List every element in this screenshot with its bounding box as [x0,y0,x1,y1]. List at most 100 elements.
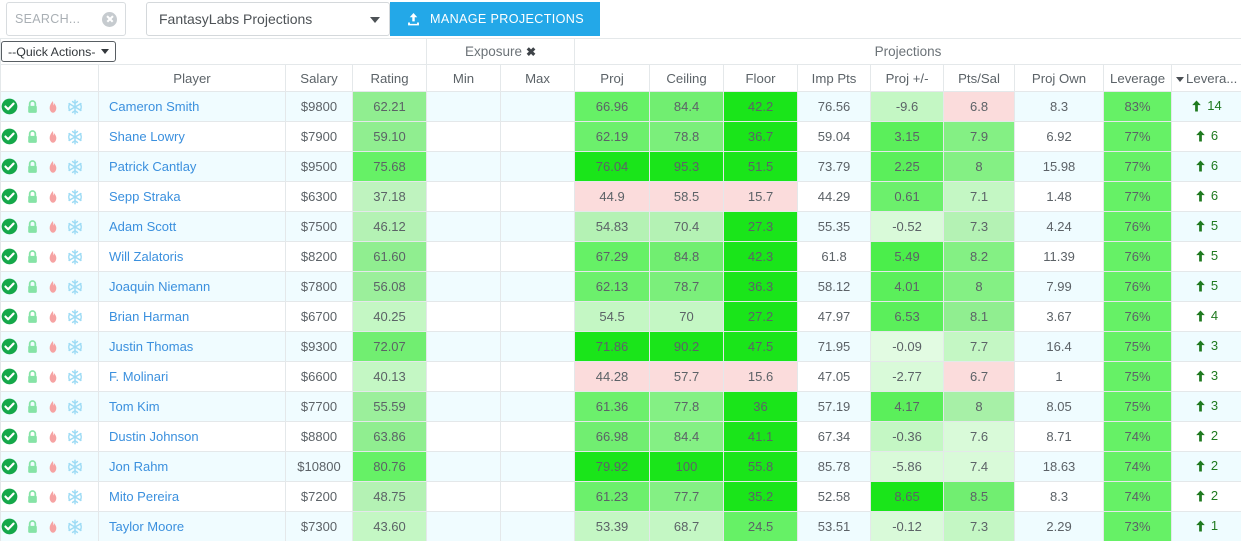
table-row[interactable]: Mito Pereira $7200 48.75 61.23 77.7 35.2 52.58… [0,481,1241,512]
player-name-link[interactable]: Justin Thomas [98,331,286,362]
check-circle-icon[interactable] [1,278,18,295]
snowflake-icon[interactable] [67,248,83,265]
snowflake-icon[interactable] [67,338,83,355]
lock-icon[interactable] [25,399,40,415]
row-action-icons[interactable] [0,301,99,332]
table-row[interactable]: Justin Thomas $9300 72.07 71.86 90.2 47.5 71.9… [0,331,1241,362]
table-row[interactable]: Cameron Smith $9800 62.21 66.96 84.4 42.2 76.5… [0,91,1241,122]
lock-icon[interactable] [25,519,40,535]
close-icon[interactable]: ✖ [526,45,536,59]
player-name-link[interactable]: Jon Rahm [98,451,286,482]
flame-icon[interactable] [46,489,60,505]
table-row[interactable]: Shane Lowry $7900 59.10 62.19 78.8 36.7 59.04 3… [0,121,1241,152]
lock-icon[interactable] [25,249,40,265]
lock-icon[interactable] [25,459,40,475]
column-header-proj[interactable]: Proj [574,64,651,92]
column-header-rating[interactable]: Rating [351,64,428,92]
table-row[interactable]: F. Molinari $6600 40.13 44.28 57.7 15.6 47.05-… [0,361,1241,392]
lock-icon[interactable] [25,489,40,505]
snowflake-icon[interactable] [67,428,83,445]
flame-icon[interactable] [46,459,60,475]
table-row[interactable]: Joaquin Niemann $7800 56.08 62.13 78.7 36.3 58… [0,271,1241,302]
search-input[interactable]: SEARCH... [6,2,126,36]
column-header-floor[interactable]: Floor [723,64,799,92]
table-row[interactable]: Patrick Cantlay $9500 75.68 76.04 95.3 51.5 73… [0,151,1241,182]
table-row[interactable]: Sepp Straka $6300 37.18 44.9 58.5 15.7 44.29 0.… [0,181,1241,212]
flame-icon[interactable] [46,159,60,175]
check-circle-icon[interactable] [1,218,18,235]
lock-icon[interactable] [25,129,40,145]
check-circle-icon[interactable] [1,428,18,445]
check-circle-icon[interactable] [1,308,18,325]
snowflake-icon[interactable] [67,128,83,145]
snowflake-icon[interactable] [67,368,83,385]
snowflake-icon[interactable] [67,188,83,205]
row-action-icons[interactable] [0,361,99,392]
check-circle-icon[interactable] [1,458,18,475]
player-name-link[interactable]: F. Molinari [98,361,286,392]
check-circle-icon[interactable] [1,518,18,535]
flame-icon[interactable] [46,519,60,535]
projection-source-select[interactable]: FantasyLabs Projections [146,2,390,36]
column-header-icons[interactable] [0,64,99,92]
table-row[interactable]: Adam Scott $7500 46.12 54.83 70.4 27.3 55.35 -0… [0,211,1241,242]
snowflake-icon[interactable] [67,158,83,175]
clear-search-icon[interactable] [102,11,117,27]
row-action-icons[interactable] [0,271,99,302]
flame-icon[interactable] [46,279,60,295]
player-name-link[interactable]: Joaquin Niemann [98,271,286,302]
column-header-max[interactable]: Max [500,64,576,92]
flame-icon[interactable] [46,369,60,385]
check-circle-icon[interactable] [1,128,18,145]
snowflake-icon[interactable] [67,518,83,535]
lock-icon[interactable] [25,309,40,325]
player-name-link[interactable]: Sepp Straka [98,181,286,212]
quick-actions-select[interactable]: --Quick Actions- [1,41,117,62]
column-header-min[interactable]: Min [426,64,502,92]
player-name-link[interactable]: Tom Kim [98,391,286,422]
flame-icon[interactable] [46,339,60,355]
lock-icon[interactable] [25,99,40,115]
column-header-imp-pts[interactable]: Imp Pts [797,64,872,92]
column-header-ceiling[interactable]: Ceiling [649,64,725,92]
table-row[interactable]: Taylor Moore $7300 43.60 53.39 68.7 24.5 53.51… [0,511,1241,541]
flame-icon[interactable] [46,399,60,415]
check-circle-icon[interactable] [1,338,18,355]
flame-icon[interactable] [46,189,60,205]
snowflake-icon[interactable] [67,98,83,115]
player-name-link[interactable]: Dustin Johnson [98,421,286,452]
flame-icon[interactable] [46,429,60,445]
row-action-icons[interactable] [0,181,99,212]
column-header-proj-plus-minus[interactable]: Proj +/- [870,64,945,92]
player-name-link[interactable]: Taylor Moore [98,511,286,541]
snowflake-icon[interactable] [67,308,83,325]
column-header-proj-own[interactable]: Proj Own [1014,64,1105,92]
check-circle-icon[interactable] [1,158,18,175]
flame-icon[interactable] [46,309,60,325]
table-row[interactable]: Jon Rahm $10800 80.76 79.92 100 55.8 85.78 -5.8… [0,451,1241,482]
snowflake-icon[interactable] [67,218,83,235]
check-circle-icon[interactable] [1,248,18,265]
flame-icon[interactable] [46,249,60,265]
column-header-leverage-rank[interactable]: Levera... [1171,64,1241,92]
flame-icon[interactable] [46,129,60,145]
row-action-icons[interactable] [0,211,99,242]
check-circle-icon[interactable] [1,368,18,385]
column-header-leverage[interactable]: Leverage [1103,64,1173,92]
lock-icon[interactable] [25,369,40,385]
row-action-icons[interactable] [0,151,99,182]
lock-icon[interactable] [25,159,40,175]
flame-icon[interactable] [46,219,60,235]
manage-projections-button[interactable]: MANAGE PROJECTIONS [390,2,600,36]
player-name-link[interactable]: Mito Pereira [98,481,286,512]
snowflake-icon[interactable] [67,278,83,295]
player-name-link[interactable]: Cameron Smith [98,91,286,122]
flame-icon[interactable] [46,99,60,115]
column-header-player[interactable]: Player [98,64,286,92]
row-action-icons[interactable] [0,451,99,482]
player-name-link[interactable]: Will Zalatoris [98,241,286,272]
row-action-icons[interactable] [0,91,99,122]
check-circle-icon[interactable] [1,488,18,505]
player-name-link[interactable]: Shane Lowry [98,121,286,152]
column-header-pts-sal[interactable]: Pts/Sal [943,64,1016,92]
